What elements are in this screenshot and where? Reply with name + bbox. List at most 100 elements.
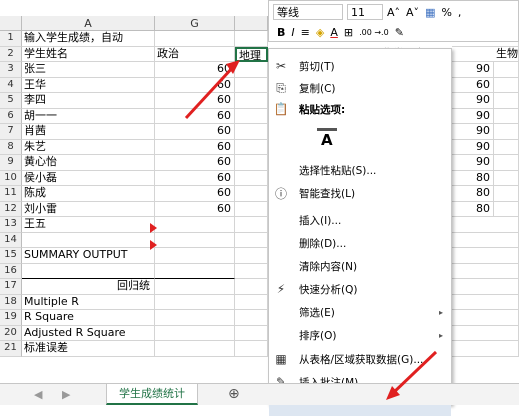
font-size-box[interactable]: 11: [347, 4, 383, 20]
row-header[interactable]: 13: [0, 217, 22, 233]
row-header[interactable]: 3: [0, 62, 22, 78]
cell-a[interactable]: 陈成: [22, 186, 155, 202]
col-header-a[interactable]: A: [22, 16, 155, 31]
cell-empty[interactable]: [452, 341, 519, 357]
row-header[interactable]: 14: [0, 232, 22, 248]
cell-h[interactable]: [235, 77, 268, 93]
cell-g[interactable]: 60: [155, 139, 235, 155]
cell-g[interactable]: 60: [155, 186, 235, 202]
col-header-g[interactable]: G: [155, 16, 235, 31]
cell-h[interactable]: [235, 170, 268, 186]
row-header[interactable]: 10: [0, 170, 22, 186]
row-header[interactable]: 2: [0, 46, 22, 62]
next-sheet-icon[interactable]: ▶: [62, 388, 70, 401]
cell-empty[interactable]: [452, 310, 519, 326]
cell-g[interactable]: 60: [155, 124, 235, 140]
menu-item-paste-special[interactable]: 选择性粘贴(S)...: [269, 159, 451, 181]
cell-h[interactable]: [235, 232, 268, 248]
cell-empty[interactable]: [452, 294, 519, 310]
cell-g[interactable]: 60: [155, 62, 235, 78]
cell-g[interactable]: [155, 279, 235, 295]
cell-j[interactable]: 90: [452, 108, 494, 124]
cell-a[interactable]: 朱艺: [22, 139, 155, 155]
cell-a[interactable]: 王华: [22, 77, 155, 93]
cell-j[interactable]: 80: [452, 201, 494, 217]
cell-j[interactable]: 90: [452, 155, 494, 171]
menu-item-get-data[interactable]: ▦ 从表格/区域获取数据(G)...: [269, 348, 451, 370]
fill-color-icon[interactable]: ◈: [316, 26, 324, 39]
row-header[interactable]: 21: [0, 341, 22, 357]
menu-item-copy[interactable]: ⎘ 复制(C): [269, 77, 451, 99]
format-icon[interactable]: ▦: [425, 6, 435, 19]
cell-j[interactable]: 80: [452, 186, 494, 202]
cell-h[interactable]: [235, 217, 268, 233]
add-sheet-button[interactable]: ⊕: [228, 386, 240, 402]
cell-j[interactable]: 90: [452, 93, 494, 109]
cell-h[interactable]: [235, 294, 268, 310]
shrink-font-button[interactable]: A˅: [406, 6, 419, 19]
row-header[interactable]: 16: [0, 263, 22, 279]
border-button[interactable]: ⊞: [344, 26, 353, 39]
cell-g[interactable]: [155, 263, 235, 279]
row-header[interactable]: 8: [0, 139, 22, 155]
cell-a[interactable]: 刘小雷: [22, 201, 155, 217]
cell-g[interactable]: [155, 310, 235, 326]
cell-j[interactable]: 80: [452, 170, 494, 186]
menu-item-cut[interactable]: ✂ 剪切(T): [269, 55, 451, 77]
cell-a[interactable]: [22, 263, 155, 279]
cell-g[interactable]: [155, 341, 235, 357]
row-header[interactable]: 5: [0, 93, 22, 109]
cell-h[interactable]: [235, 93, 268, 109]
italic-button[interactable]: I: [291, 26, 294, 39]
row-header[interactable]: 4: [0, 77, 22, 93]
cell-h[interactable]: [235, 279, 268, 295]
cell-a[interactable]: 张三: [22, 62, 155, 78]
align-button[interactable]: ≡: [301, 26, 310, 39]
cell-h[interactable]: [235, 31, 268, 47]
menu-item-delete[interactable]: 删除(D)...: [269, 232, 451, 254]
cell-h[interactable]: [235, 155, 268, 171]
cell-h[interactable]: [235, 310, 268, 326]
cell-g[interactable]: [155, 31, 235, 47]
row-header[interactable]: 18: [0, 294, 22, 310]
row-header[interactable]: 15: [0, 248, 22, 264]
cell-a[interactable]: 黄心怡: [22, 155, 155, 171]
row-header[interactable]: 12: [0, 201, 22, 217]
col-header-corner[interactable]: [0, 16, 22, 31]
cell-a[interactable]: 肖茜: [22, 124, 155, 140]
cell-empty[interactable]: [452, 217, 519, 233]
cell-a[interactable]: 侯小磊: [22, 170, 155, 186]
row-header[interactable]: 1: [0, 31, 22, 47]
cell-g[interactable]: 60: [155, 93, 235, 109]
row-header[interactable]: 20: [0, 325, 22, 341]
menu-item-insert[interactable]: 插入(I)...: [269, 209, 451, 231]
row-header[interactable]: 11: [0, 186, 22, 202]
menu-item-sort[interactable]: 排序(O) ▸: [269, 324, 451, 346]
prev-sheet-icon[interactable]: ◀: [34, 388, 42, 401]
cell-g[interactable]: [155, 294, 235, 310]
cell-a[interactable]: 学生姓名: [22, 46, 155, 62]
cell-j[interactable]: 90: [452, 139, 494, 155]
row-header[interactable]: 19: [0, 310, 22, 326]
cell-h[interactable]: [235, 341, 268, 357]
cell-h[interactable]: [235, 248, 268, 264]
cell-h[interactable]: [235, 108, 268, 124]
cell-a[interactable]: Adjusted R Square: [22, 325, 155, 341]
font-color-button[interactable]: A: [330, 26, 338, 39]
sheet-tab-active[interactable]: 学生成绩统计: [106, 384, 198, 405]
decimal-button[interactable]: .00 →.0: [359, 28, 389, 37]
percent-button[interactable]: %: [441, 6, 451, 19]
menu-item-clear-contents[interactable]: 清除内容(N): [269, 255, 451, 277]
menu-item-smart-lookup[interactable]: ⓘ 智能查找(L): [269, 182, 451, 204]
menu-item-filter[interactable]: 筛选(E) ▸: [269, 301, 451, 323]
cell-g[interactable]: 60: [155, 170, 235, 186]
format-painter-icon[interactable]: ✎: [395, 26, 404, 39]
row-header[interactable]: 9: [0, 155, 22, 171]
cell-a[interactable]: SUMMARY OUTPUT: [22, 248, 155, 264]
cell-a[interactable]: 王五: [22, 217, 155, 233]
cell-a[interactable]: 回归统: [22, 279, 155, 295]
cell-h[interactable]: [235, 325, 268, 341]
bold-button[interactable]: B: [277, 26, 285, 39]
comma-button[interactable]: ,: [458, 6, 462, 19]
cell-g[interactable]: 60: [155, 155, 235, 171]
